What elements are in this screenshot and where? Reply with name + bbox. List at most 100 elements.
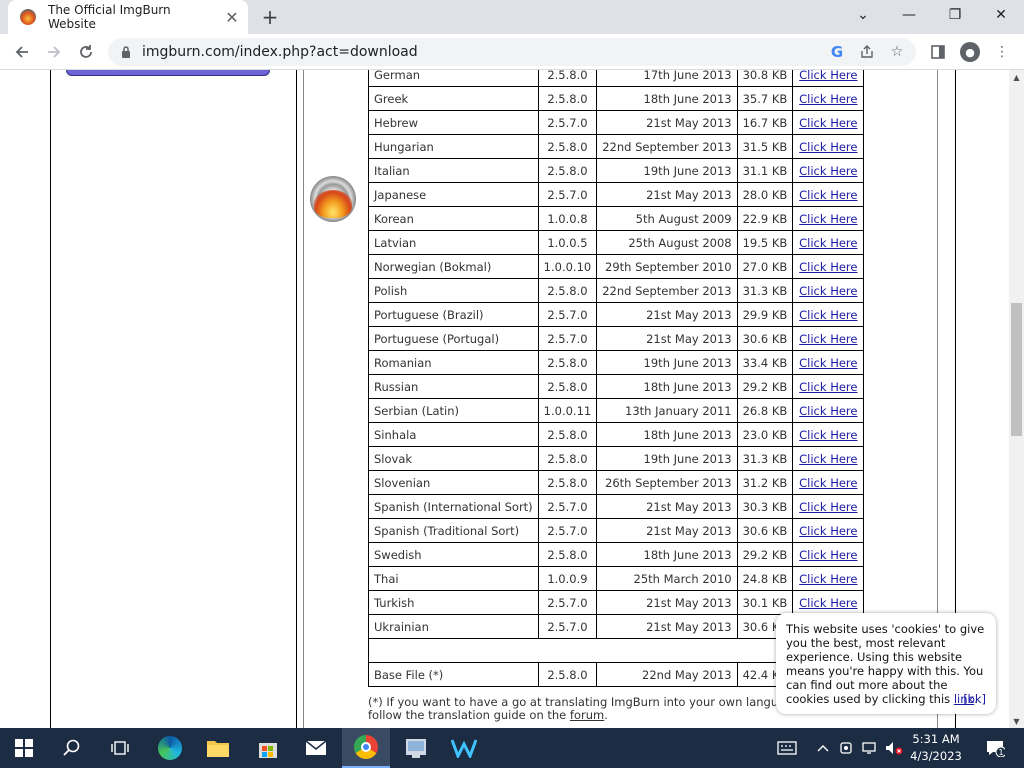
download-link[interactable]: Click Here bbox=[799, 332, 857, 346]
download-link[interactable]: Click Here bbox=[799, 548, 857, 562]
browser-tab[interactable]: The Official ImgBurn Website ✕ bbox=[8, 0, 248, 34]
language-version: 2.5.8.0 bbox=[547, 379, 588, 394]
language-version-cell: 1.0.0.8 bbox=[537, 206, 598, 231]
chrome-browser-icon[interactable] bbox=[342, 728, 390, 768]
new-tab-button[interactable]: + bbox=[258, 5, 282, 29]
device-icon[interactable] bbox=[836, 728, 856, 768]
language-size: 31.2 KB bbox=[742, 475, 788, 490]
language-date: 21st May 2013 bbox=[646, 115, 732, 130]
language-version-cell: 2.5.8.0 bbox=[537, 134, 598, 159]
microsoft-store-icon[interactable] bbox=[244, 728, 292, 768]
download-link[interactable]: Click Here bbox=[799, 284, 857, 298]
download-link[interactable]: Click Here bbox=[799, 356, 857, 370]
table-row: Portuguese (Portugal) 2.5.7.0 21st May 201… bbox=[368, 326, 865, 351]
bookmark-star-icon[interactable]: ☆ bbox=[886, 41, 908, 63]
language-name: Ukrainian bbox=[374, 619, 429, 634]
download-link[interactable]: Click Here bbox=[799, 260, 857, 274]
language-version-cell: 2.5.7.0 bbox=[537, 614, 598, 639]
download-link-cell: Click Here bbox=[792, 566, 865, 591]
download-link[interactable]: Click Here bbox=[799, 92, 857, 106]
network-icon[interactable] bbox=[860, 728, 880, 768]
download-link[interactable]: Click Here bbox=[799, 452, 857, 466]
tab-search-chevron-down-icon[interactable]: ⌄ bbox=[840, 0, 886, 30]
page-viewport: German 2.5.8.0 17th June 2013 30.8 KB Click … bbox=[0, 70, 1024, 728]
file-explorer-icon[interactable] bbox=[194, 728, 242, 768]
language-name-cell: Polish bbox=[368, 278, 539, 303]
language-name: Sinhala bbox=[374, 427, 417, 442]
language-version: 2.5.8.0 bbox=[547, 427, 588, 442]
edge-browser-icon[interactable] bbox=[146, 728, 194, 768]
download-link[interactable]: Click Here bbox=[799, 164, 857, 178]
language-date: 19th June 2013 bbox=[643, 163, 732, 178]
close-tab-icon[interactable]: ✕ bbox=[222, 7, 242, 27]
download-link[interactable]: Click Here bbox=[799, 476, 857, 490]
language-version: 2.5.8.0 bbox=[547, 475, 588, 490]
language-size: 35.7 KB bbox=[742, 91, 788, 106]
download-link-cell: Click Here bbox=[792, 494, 865, 519]
imgburn-taskbar-icon[interactable] bbox=[392, 728, 440, 768]
taskbar-clock[interactable]: 5:31 AM 4/3/2023 bbox=[904, 731, 968, 765]
page-scrollbar[interactable]: ▲ ▼ bbox=[1009, 70, 1024, 728]
download-link[interactable]: Click Here bbox=[799, 596, 857, 610]
menu-kebab-icon[interactable]: ⋮ bbox=[990, 40, 1014, 64]
google-lens-icon[interactable]: G bbox=[826, 41, 848, 63]
reload-icon[interactable] bbox=[72, 39, 100, 65]
forward-arrow-icon[interactable] bbox=[40, 39, 68, 65]
download-link[interactable]: Click Here bbox=[799, 308, 857, 322]
minimize-button[interactable]: — bbox=[886, 0, 932, 30]
side-panel-icon[interactable] bbox=[926, 40, 950, 64]
forum-link[interactable]: forum bbox=[570, 708, 604, 722]
show-hidden-icons-chevron-up-icon[interactable] bbox=[814, 728, 832, 768]
mail-icon[interactable] bbox=[292, 728, 340, 768]
language-version: 2.5.8.0 bbox=[547, 283, 588, 298]
language-date: 5th August 2009 bbox=[635, 211, 732, 226]
download-link[interactable]: Click Here bbox=[799, 500, 857, 514]
language-size: 27.0 KB bbox=[742, 259, 788, 274]
download-link[interactable]: Click Here bbox=[799, 404, 857, 418]
language-size-cell: 28.0 KB bbox=[736, 182, 794, 207]
language-date-cell: 21st May 2013 bbox=[596, 494, 738, 519]
search-icon[interactable] bbox=[48, 728, 96, 768]
task-view-icon[interactable] bbox=[96, 728, 144, 768]
language-date: 26th September 2013 bbox=[605, 475, 732, 490]
language-date-cell: 29th September 2010 bbox=[596, 254, 738, 279]
download-link[interactable]: Click Here bbox=[799, 428, 857, 442]
language-size: 28.0 KB bbox=[742, 187, 788, 202]
scroll-down-arrow-icon[interactable]: ▼ bbox=[1009, 714, 1024, 728]
lock-icon[interactable] bbox=[120, 46, 132, 58]
table-row: Japanese 2.5.7.0 21st May 2013 28.0 KB Click… bbox=[368, 182, 865, 207]
language-version-cell: 2.5.8.0 bbox=[537, 278, 598, 303]
left-border-line bbox=[50, 70, 51, 728]
table-row: Korean 1.0.0.8 5th August 2009 22.9 KB Click… bbox=[368, 206, 865, 231]
restore-button[interactable]: ❐ bbox=[932, 0, 978, 30]
download-link[interactable]: Click Here bbox=[799, 116, 857, 130]
language-version-cell: 1.0.0.5 bbox=[537, 230, 598, 255]
download-link[interactable]: Click Here bbox=[799, 188, 857, 202]
close-window-button[interactable]: ✕ bbox=[978, 0, 1024, 30]
app-w-icon[interactable] bbox=[440, 728, 488, 768]
download-link[interactable]: Click Here bbox=[799, 524, 857, 538]
cookie-ok-button[interactable]: [ok] bbox=[963, 692, 986, 706]
language-size: 16.7 KB bbox=[742, 115, 788, 130]
download-link[interactable]: Click Here bbox=[799, 236, 857, 250]
language-version: 1.0.0.11 bbox=[543, 403, 592, 418]
profile-avatar-icon[interactable]: ● bbox=[958, 40, 982, 64]
language-name-cell: Thai bbox=[368, 566, 539, 591]
address-bar[interactable]: imgburn.com/index.php?act=download G ☆ bbox=[108, 38, 916, 66]
language-size-cell: 29.9 KB bbox=[736, 302, 794, 327]
language-size-cell: 30.8 KB bbox=[736, 70, 794, 87]
language-name-cell: Russian bbox=[368, 374, 539, 399]
scroll-up-arrow-icon[interactable]: ▲ bbox=[1009, 70, 1024, 84]
download-link[interactable]: Click Here bbox=[799, 140, 857, 154]
download-link[interactable]: Click Here bbox=[799, 380, 857, 394]
download-link[interactable]: Click Here bbox=[799, 572, 857, 586]
scrollbar-thumb[interactable] bbox=[1011, 303, 1022, 436]
notification-center-icon[interactable]: 1 bbox=[980, 728, 1010, 768]
windows-start-icon[interactable] bbox=[0, 728, 48, 768]
download-link[interactable]: Click Here bbox=[799, 70, 857, 82]
volume-muted-icon[interactable] bbox=[884, 728, 904, 768]
download-link[interactable]: Click Here bbox=[799, 212, 857, 226]
back-arrow-icon[interactable] bbox=[8, 39, 36, 65]
share-icon[interactable] bbox=[856, 41, 878, 63]
keyboard-icon[interactable] bbox=[774, 728, 800, 768]
